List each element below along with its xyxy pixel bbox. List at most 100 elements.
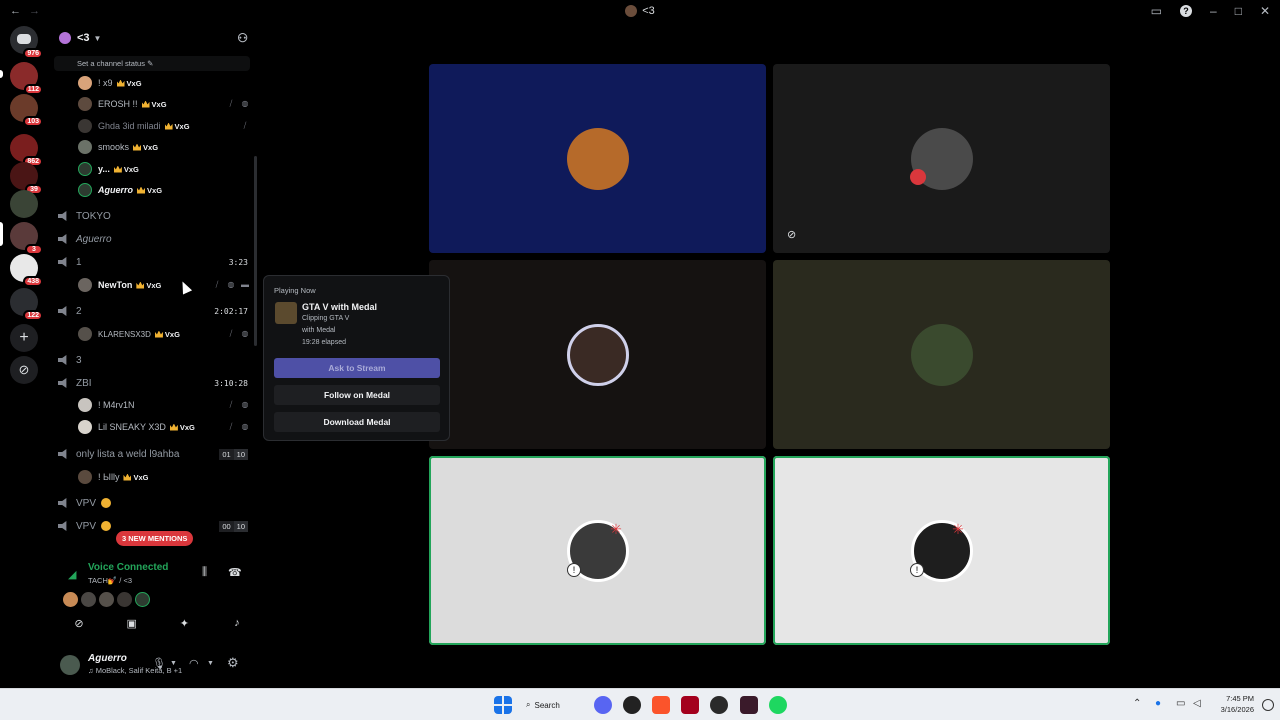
noise-suppression-icon[interactable]: ⫼ <box>202 566 207 579</box>
avatar[interactable] <box>81 592 96 607</box>
invite-people-icon[interactable]: ⚇ <box>237 31 248 45</box>
voice-member[interactable]: Aguerro VxG <box>78 181 250 199</box>
browser-taskbar-icon[interactable] <box>623 696 641 714</box>
server-icon[interactable]: 862 <box>10 134 43 167</box>
mic-icon[interactable]: 🎙 <box>152 657 166 670</box>
video-tile[interactable] <box>429 260 766 449</box>
video-tile[interactable] <box>429 64 766 253</box>
channel-name: ZBI <box>76 377 92 389</box>
add-server-button[interactable]: + <box>10 324 38 352</box>
video-tile[interactable] <box>773 260 1110 449</box>
deafen-icon: ◍ <box>241 329 249 338</box>
back-icon[interactable]: ← <box>10 5 21 17</box>
voice-member[interactable]: Lil SNEAKY X3D VxG ⧸ ◍ <box>78 418 250 436</box>
volume-icon[interactable]: ◁ <box>1193 698 1201 709</box>
screen-share-button[interactable]: ▣ <box>113 614 151 632</box>
voice-member[interactable]: smooks VxG <box>78 138 250 156</box>
avatar[interactable] <box>117 592 132 607</box>
download-button[interactable]: Download Medal <box>274 412 440 432</box>
server-folder[interactable]: 122 <box>10 288 43 321</box>
avatar[interactable] <box>63 592 78 607</box>
video-tile[interactable]: ✳ ! <box>429 456 766 645</box>
minimize-button[interactable]: – <box>1210 4 1217 18</box>
sidebar-scrollbar[interactable] <box>254 156 257 346</box>
server-icon[interactable]: 3 <box>10 222 43 255</box>
chevron-down-icon[interactable]: ▼ <box>207 660 214 667</box>
user-name[interactable]: Aguerro <box>88 653 127 664</box>
avatar[interactable] <box>99 592 114 607</box>
close-button[interactable]: ✕ <box>1260 4 1270 18</box>
camera-off-button[interactable]: ⊘ <box>60 614 98 632</box>
voice-channel-lista[interactable]: only lista a weld l9ahba 01 10 <box>58 445 252 463</box>
activities-button[interactable]: ✦ <box>165 614 203 632</box>
system-clock[interactable]: 7:45 PM 3/16/2026 <box>1214 693 1254 715</box>
gear-icon[interactable]: ⚙ <box>227 655 239 671</box>
help-icon[interactable]: ? <box>1180 5 1192 17</box>
maximize-button[interactable]: □ <box>1235 4 1242 18</box>
server-icon[interactable]: 112 <box>10 62 43 95</box>
adobe-taskbar-icon[interactable] <box>681 696 699 714</box>
voice-channel-3[interactable]: 3 <box>58 351 252 369</box>
chevron-down-icon[interactable]: ▼ <box>170 660 177 667</box>
brave-taskbar-icon[interactable] <box>652 696 670 714</box>
new-mentions-pill[interactable]: 3 NEW MENTIONS <box>116 531 194 546</box>
voice-member[interactable]: ! Ыlly VxG <box>78 468 250 486</box>
voice-member[interactable]: ! x9 VxG <box>78 74 250 92</box>
voice-channel-tokyo[interactable]: TOKYO <box>58 207 252 225</box>
mic-icon[interactable]: ● <box>1155 698 1161 709</box>
speaker-icon <box>58 306 67 316</box>
voice-actions: ⊘ ▣ ✦ ♪ <box>60 614 256 632</box>
server-icon[interactable]: 438 <box>10 254 43 287</box>
clan-tag: VxG <box>136 281 161 290</box>
voice-member[interactable]: ! M4rv1N ⧸ ◍ <box>78 396 250 414</box>
discord-taskbar-icon[interactable] <box>594 696 612 714</box>
steam-taskbar-icon[interactable] <box>710 696 728 714</box>
voice-channel-1[interactable]: 1 3:23 <box>58 253 252 271</box>
server-icon[interactable]: 103 <box>10 94 43 127</box>
inbox-icon[interactable]: ▭ <box>1151 4 1162 18</box>
voice-member[interactable]: EROSH !! VxG ⧸ ◍ <box>78 95 250 113</box>
server-header[interactable]: <3 ▼ ⚇ <box>48 22 262 54</box>
signal-icon[interactable]: ◢ <box>68 568 80 581</box>
crown-icon <box>141 100 150 108</box>
voice-member[interactable]: Ghda 3id miladi VxG ⧸ <box>78 117 250 135</box>
crown-icon <box>154 330 163 338</box>
unread-badge: 438 <box>23 276 43 287</box>
voice-channel-vpv[interactable]: VPV <box>58 494 252 512</box>
voice-channel-zbi[interactable]: ZBI 3:10:28 <box>58 374 252 392</box>
voice-member[interactable]: NewTon VxG ⧸ ◍ ▬ <box>78 276 250 294</box>
app-taskbar-icon[interactable] <box>740 696 758 714</box>
deafen-icon: ◍ <box>241 99 249 108</box>
forward-icon[interactable]: → <box>29 5 40 17</box>
voice-status[interactable]: Voice Connected <box>88 562 168 573</box>
notification-icon[interactable] <box>1262 699 1274 711</box>
soundboard-button[interactable]: ♪ <box>218 614 256 632</box>
direct-messages-button[interactable]: 976 <box>10 26 43 59</box>
voice-channel-path[interactable]: TACH💅 / <3 <box>88 576 132 585</box>
voice-member[interactable]: KLARENSX3D VxG ⧸ ◍ <box>78 325 250 343</box>
channel-status-input[interactable]: Set a channel status ✎ <box>54 56 250 71</box>
avatar[interactable] <box>135 592 150 607</box>
voice-channel-aguerro[interactable]: Aguerro <box>58 230 252 248</box>
headphones-icon[interactable]: ◠ <box>189 657 199 670</box>
disconnect-icon[interactable]: ☎ <box>228 566 242 579</box>
spotify-taskbar-icon[interactable] <box>769 696 787 714</box>
chevron-up-icon[interactable]: ⌃ <box>1133 698 1141 709</box>
taskbar-search[interactable]: ⌕ Search <box>526 696 578 714</box>
avatar <box>78 183 92 197</box>
ask-to-stream-button[interactable]: Ask to Stream <box>274 358 440 378</box>
video-tile[interactable]: ⊘ <box>773 64 1110 253</box>
server-name: <3 <box>77 32 90 44</box>
server-icon[interactable]: 39 <box>10 162 43 195</box>
discover-button[interactable]: ⊘ <box>10 356 38 384</box>
network-icon[interactable]: ▭ <box>1176 698 1185 709</box>
channel-name: 3 <box>76 354 82 366</box>
follow-button[interactable]: Follow on Medal <box>274 385 440 405</box>
server-icon[interactable] <box>10 190 38 218</box>
voice-member[interactable]: y... VxG <box>78 160 250 178</box>
windows-start-icon[interactable] <box>494 696 512 714</box>
avatar[interactable] <box>60 655 80 675</box>
voice-channel-2[interactable]: 2 2:02:17 <box>58 302 252 320</box>
video-tile[interactable]: ✳ ! <box>773 456 1110 645</box>
member-status-icons: ⧸ ◍ <box>226 99 250 109</box>
